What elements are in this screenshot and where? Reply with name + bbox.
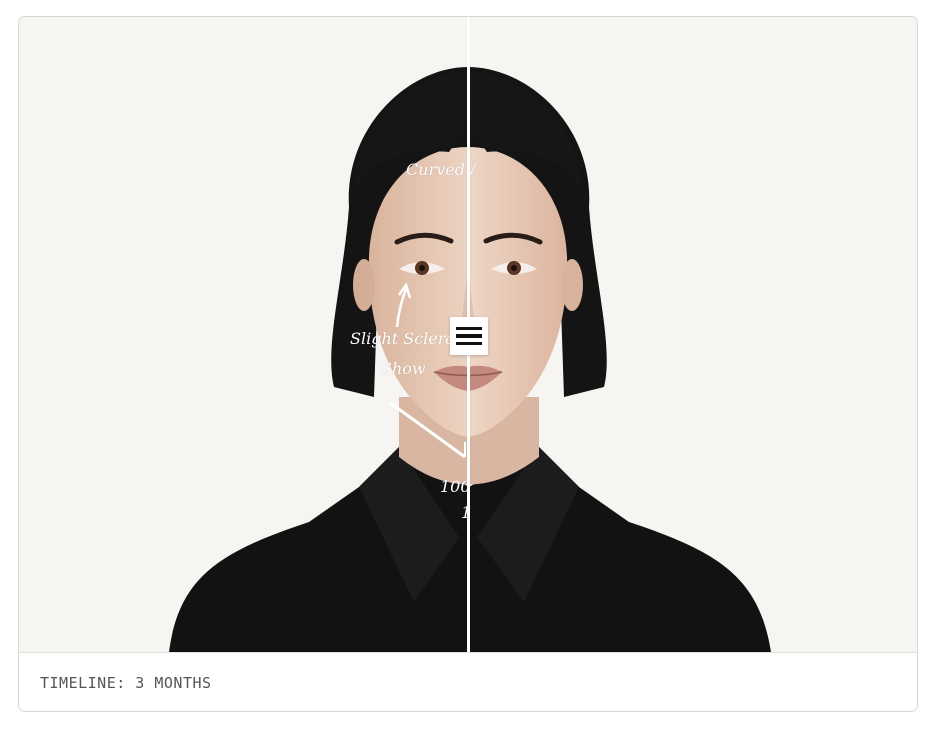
handle-bar xyxy=(456,334,482,338)
before-after-card: Curved / Slight Sclera Show 100 1 TIMELI… xyxy=(18,16,918,712)
drag-handle-icon[interactable] xyxy=(450,317,488,355)
annotation-sclera-line2: Show xyxy=(381,359,426,378)
annotation-curved: Curved / xyxy=(406,160,476,179)
annotation-sclera-line1: Slight Sclera xyxy=(350,329,455,348)
before-after-comparison[interactable]: Curved / Slight Sclera Show 100 1 xyxy=(19,17,917,652)
handle-bar xyxy=(456,326,482,331)
card-footer: TIMELINE: 3 MONTHS xyxy=(19,652,917,711)
timeline-label: TIMELINE: 3 MONTHS xyxy=(40,674,212,692)
handle-bar xyxy=(456,341,482,346)
annotation-angle: 100 xyxy=(440,477,471,496)
